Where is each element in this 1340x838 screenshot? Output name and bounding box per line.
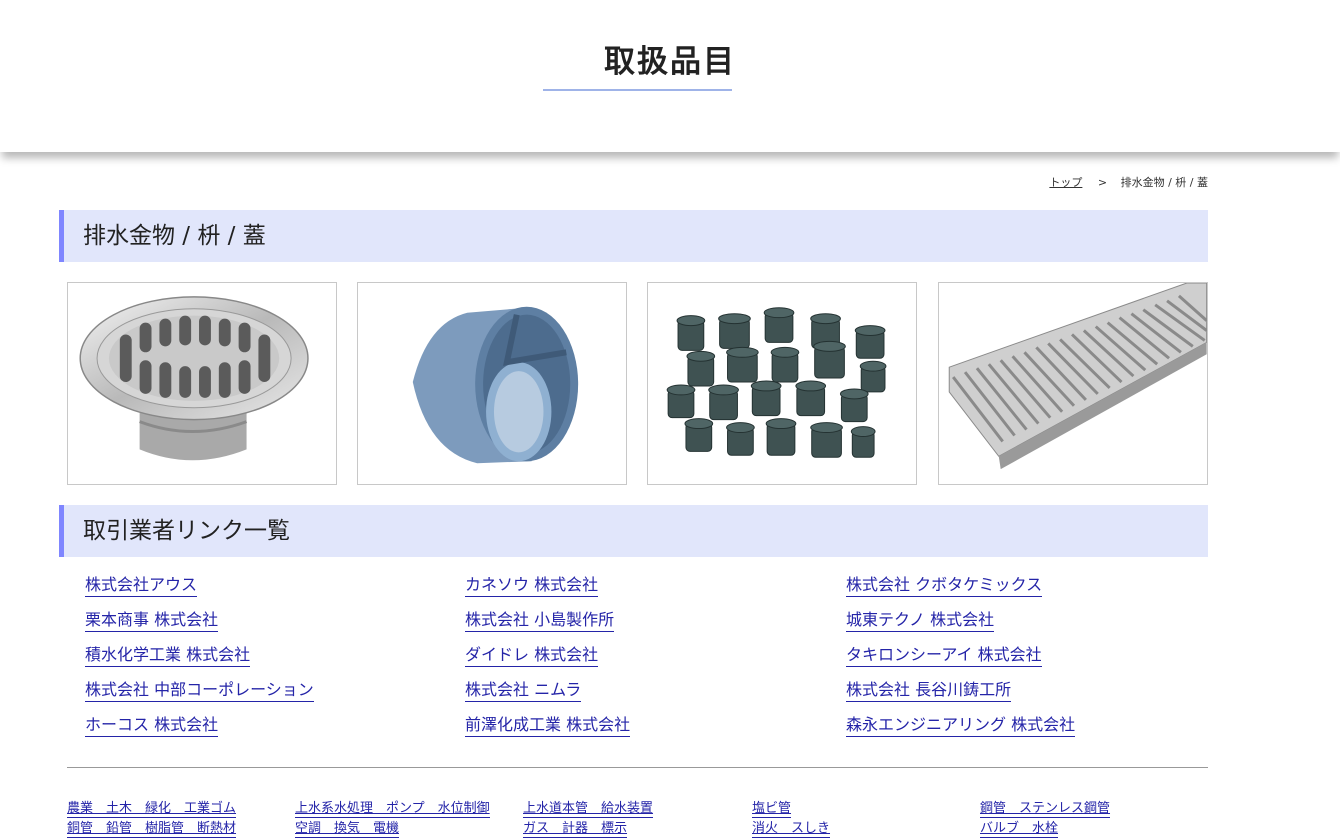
pipe-fitting-icon (412, 306, 579, 464)
footer-category-link[interactable]: 銅管 鉛管 樹脂管 断熱材 (67, 821, 237, 838)
breadcrumb-current: 排水金物 / 枡 / 蓋 (1120, 176, 1208, 189)
vendor-link[interactable]: 前澤化成工業 株式会社 (465, 715, 631, 737)
drain-fittings-icon (666, 307, 887, 458)
footer-category-link[interactable]: 消火 スしき (752, 821, 831, 838)
vendor-link[interactable]: タキロンシーアイ 株式会社 (846, 645, 1042, 667)
breadcrumb-home-link[interactable]: トップ (1049, 176, 1082, 189)
vendor-link[interactable]: 株式会社 中部コーポレーション (85, 680, 314, 702)
drain-basin-fittings-image[interactable] (647, 282, 917, 485)
footer-category-link[interactable]: バルブ 水栓 (980, 821, 1059, 838)
vendor-link[interactable]: 栗本商事 株式会社 (85, 610, 219, 632)
breadcrumb-separator: > (1097, 176, 1108, 189)
footer-category-link[interactable]: 上水道本管 給水装置 (523, 801, 654, 818)
footer-category-link[interactable]: 上水系水処理 ポンプ 水位制御 (295, 801, 490, 818)
title-underline (543, 89, 732, 91)
vendor-link[interactable]: 株式会社 ニムラ (465, 680, 582, 702)
vendor-link[interactable]: ホーコス 株式会社 (85, 715, 219, 737)
footer-category-link[interactable]: 塩ビ管 (752, 801, 792, 818)
breadcrumb: トップ > 排水金物 / 枡 / 蓋 (1049, 174, 1208, 190)
footer-category-link[interactable]: ガス 計器 標示 (523, 821, 628, 838)
grating-icon (948, 283, 1207, 470)
vendor-link[interactable]: 積水化学工業 株式会社 (85, 645, 251, 667)
vendor-link[interactable]: カネソウ 株式会社 (465, 575, 599, 597)
vendor-link[interactable]: 株式会社 クボタケミックス (846, 575, 1043, 597)
footer-divider (67, 767, 1208, 768)
vendor-link[interactable]: 城東テクノ 株式会社 (846, 610, 995, 632)
vendor-link[interactable]: ダイドレ 株式会社 (465, 645, 599, 667)
vendor-link[interactable]: 株式会社 長谷川鋳工所 (846, 680, 1012, 702)
footer-category-link[interactable]: 農業 土木 緑化 工業ゴム (67, 801, 237, 818)
vendors-heading: 取引業者リンク一覧 (59, 505, 1208, 557)
page-header: 取扱品目 (0, 0, 1340, 152)
page-title: 取扱品目 (604, 44, 736, 80)
vendor-link[interactable]: 森永エンジニアリング 株式会社 (846, 715, 1076, 737)
floor-drain-icon (79, 296, 309, 461)
vendor-link[interactable]: 株式会社アウス (85, 575, 198, 597)
grating-cover-image[interactable] (938, 282, 1208, 485)
pipe-fitting-image[interactable] (357, 282, 627, 485)
footer-category-link[interactable]: 空調 換気 電機 (295, 821, 400, 838)
vendor-link[interactable]: 株式会社 小島製作所 (465, 610, 615, 632)
category-heading: 排水金物 / 枡 / 蓋 (59, 210, 1208, 262)
footer-category-link[interactable]: 鋼管 ステンレス鋼管 (980, 801, 1111, 818)
floor-drain-image[interactable] (67, 282, 337, 485)
